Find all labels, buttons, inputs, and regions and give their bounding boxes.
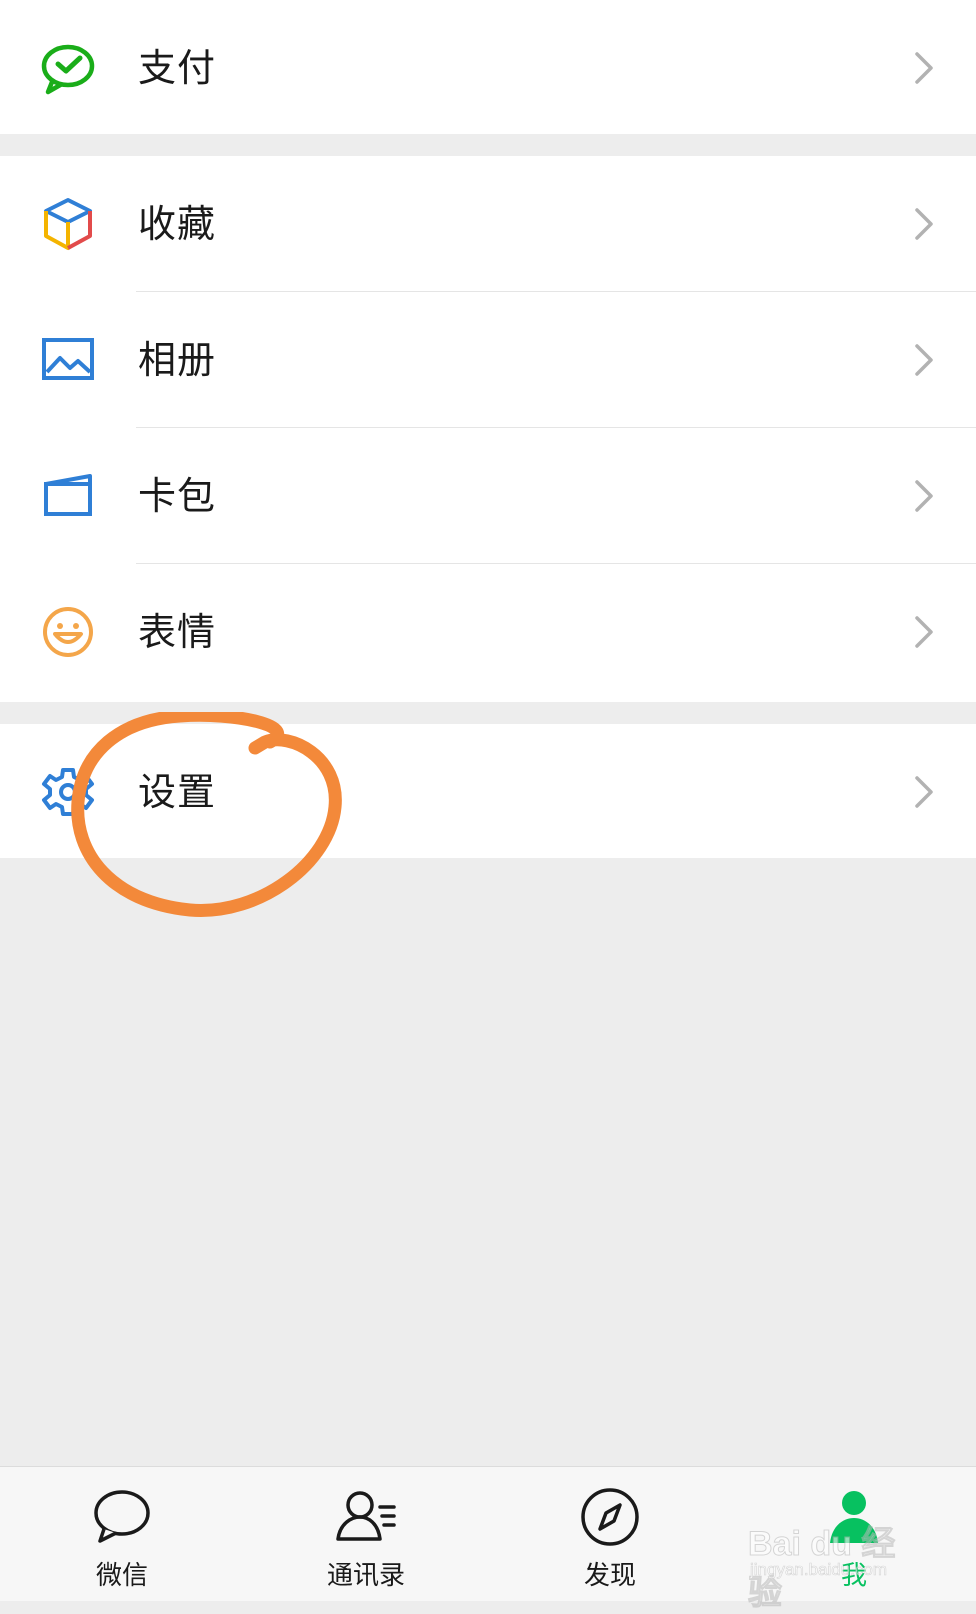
bottom-tab-bar: 微信 通讯录 发现 我 xyxy=(0,1466,976,1601)
chat-bubble-icon xyxy=(90,1485,154,1549)
chevron-right-icon xyxy=(912,478,936,514)
menu-group-main: 收藏 相册 卡包 表情 xyxy=(0,156,976,702)
menu-item-label: 支付 xyxy=(138,46,217,90)
sticker-smiley-icon xyxy=(38,604,98,660)
tab-label: 发现 xyxy=(583,1561,636,1591)
compass-icon xyxy=(578,1485,642,1549)
menu-item-settings[interactable]: 设置 xyxy=(0,724,976,860)
favorites-cube-icon xyxy=(38,196,98,252)
menu-item-album[interactable]: 相册 xyxy=(0,292,976,428)
tab-discover[interactable]: 发现 xyxy=(488,1467,732,1601)
me-page: 支付 收藏 相册 卡包 表情 设置 微信 通讯录 发现 我 Bai du 经验 … xyxy=(0,0,976,1613)
menu-item-label: 相册 xyxy=(138,338,217,382)
menu-group-pay: 支付 xyxy=(0,0,976,134)
tab-label: 我 xyxy=(840,1561,867,1591)
menu-item-pay[interactable]: 支付 xyxy=(0,0,976,136)
tab-label: 微信 xyxy=(95,1561,148,1591)
settings-gear-icon xyxy=(38,764,98,820)
tab-label: 通讯录 xyxy=(326,1561,405,1591)
album-image-icon xyxy=(38,332,98,388)
contacts-icon xyxy=(334,1485,398,1549)
menu-item-label: 卡包 xyxy=(138,474,217,518)
menu-item-label: 收藏 xyxy=(138,202,217,246)
chevron-right-icon xyxy=(912,342,936,378)
tab-chats[interactable]: 微信 xyxy=(0,1467,244,1601)
menu-item-cards[interactable]: 卡包 xyxy=(0,428,976,564)
chevron-right-icon xyxy=(912,206,936,242)
chevron-right-icon xyxy=(912,50,936,86)
menu-item-stickers[interactable]: 表情 xyxy=(0,564,976,700)
pay-icon xyxy=(38,40,98,96)
menu-group-settings: 设置 xyxy=(0,724,976,858)
chevron-right-icon xyxy=(912,774,936,810)
me-person-icon xyxy=(822,1485,886,1549)
card-wallet-icon xyxy=(38,468,98,524)
menu-item-label: 表情 xyxy=(138,610,217,654)
menu-item-favorites[interactable]: 收藏 xyxy=(0,156,976,292)
tab-me[interactable]: 我 xyxy=(732,1467,976,1601)
chevron-right-icon xyxy=(912,614,936,650)
tab-contacts[interactable]: 通讯录 xyxy=(244,1467,488,1601)
menu-item-label: 设置 xyxy=(138,770,217,814)
